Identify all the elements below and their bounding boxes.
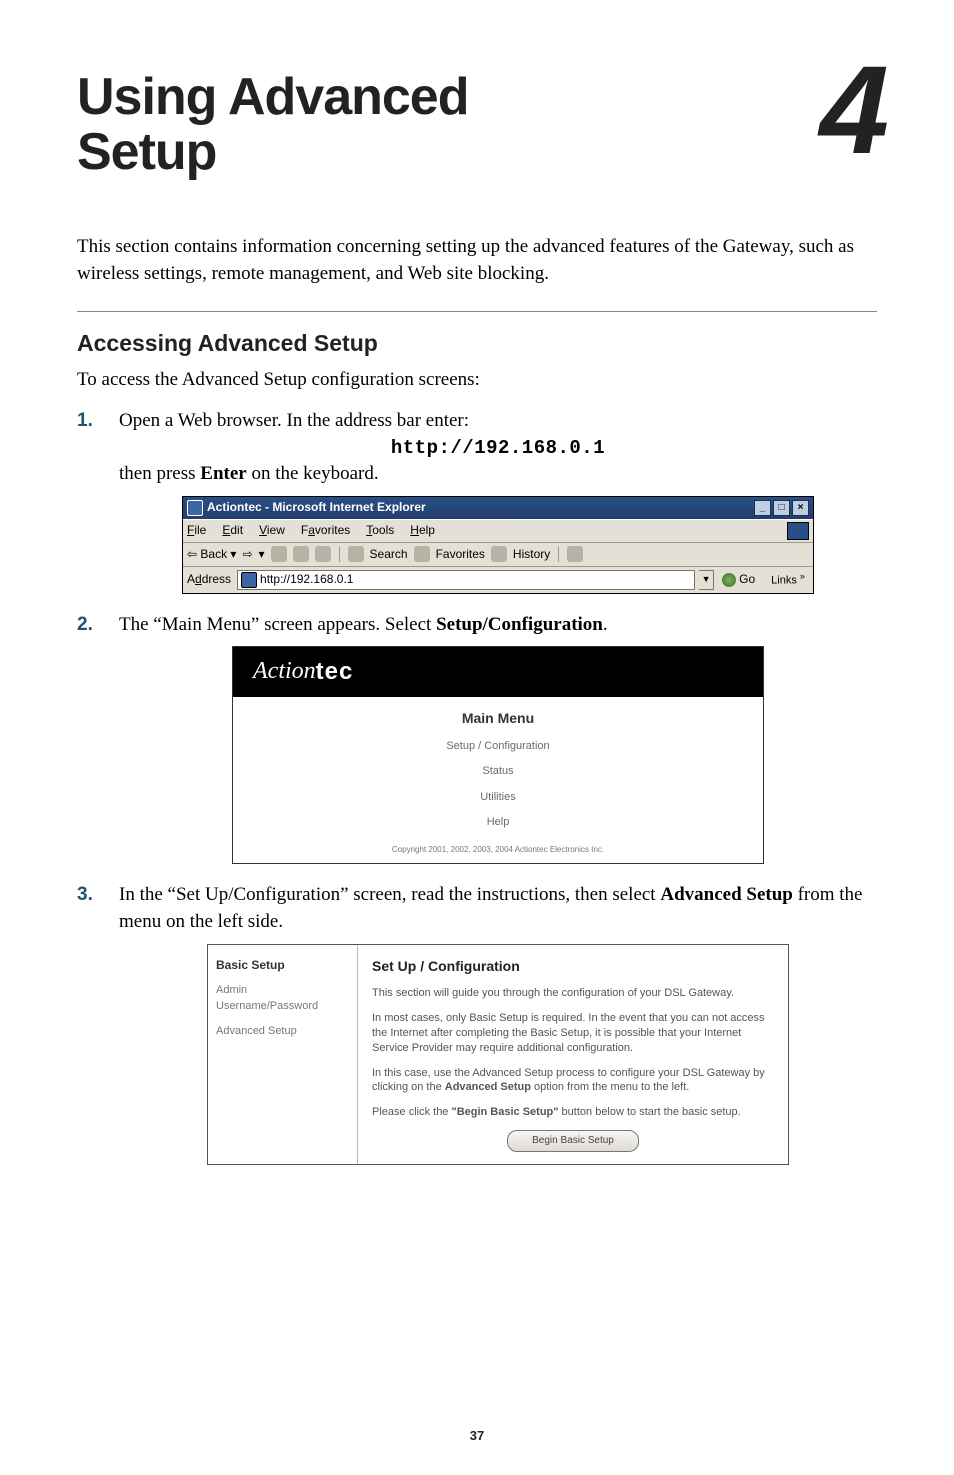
address-value: http://192.168.0.1 [260, 571, 353, 588]
config-window: Basic Setup Admin Username/Password Adva… [207, 944, 789, 1166]
page: Using Advanced Setup 4 This section cont… [0, 0, 954, 1475]
address-label: Address [187, 571, 233, 588]
refresh-icon[interactable] [293, 546, 309, 562]
step-1-text-b-bold: Enter [200, 463, 246, 484]
menu-help[interactable]: Help [410, 522, 435, 539]
page-icon [241, 572, 257, 588]
page-number: 37 [0, 1428, 954, 1443]
begin-basic-setup-button[interactable]: Begin Basic Setup [507, 1130, 639, 1152]
config-p2: In most cases, only Basic Setup is requi… [372, 1011, 774, 1056]
copyright-text: Copyright 2001, 2002, 2003, 2004 Actiont… [233, 844, 763, 855]
config-content: Set Up / Configuration This section will… [358, 945, 788, 1165]
menu-edit[interactable]: Edit [222, 522, 243, 539]
favorites-icon[interactable] [414, 546, 430, 562]
steps-list: Open a Web browser. In the address bar e… [77, 408, 877, 1165]
dropdown-arrow-icon[interactable]: ▾ [259, 546, 265, 563]
section-divider [77, 311, 877, 312]
ie-window: Actiontec - Microsoft Internet Explorer … [182, 496, 814, 594]
ie-toolbar: ⇦ Back ▾ ⇨ ▾ Search Favorites History [183, 543, 813, 567]
sidebar-title[interactable]: Basic Setup [216, 957, 349, 974]
step-1-text-b-pre: then press [119, 463, 200, 484]
menu-view[interactable]: View [259, 522, 285, 539]
address-field[interactable]: http://192.168.0.1 [237, 570, 695, 590]
sidebar-item-admin[interactable]: Admin Username/Password [216, 983, 349, 1014]
step-1-url: http://192.168.0.1 [391, 437, 605, 459]
ie-addressbar: Address http://192.168.0.1 ▼ Go Links » [183, 567, 813, 593]
chapter-number: 4 [819, 58, 885, 164]
section-lead: To access the Advanced Setup configurati… [77, 367, 877, 394]
menu-item-setup[interactable]: Setup / Configuration [233, 739, 763, 754]
chapter-title-line2: Setup [77, 123, 216, 181]
go-icon [722, 573, 736, 587]
step-3-bold: Advanced Setup [660, 884, 793, 905]
main-menu-title: Main Menu [233, 709, 763, 729]
home-icon[interactable] [315, 546, 331, 562]
links-button[interactable]: Links » [767, 570, 809, 589]
address-dropdown[interactable]: ▼ [699, 570, 714, 590]
chapter-intro: This section contains information concer… [77, 234, 877, 287]
ie-title-text: Actiontec - Microsoft Internet Explorer [207, 499, 426, 516]
menu-item-help[interactable]: Help [233, 815, 763, 830]
minimize-button[interactable]: _ [754, 500, 771, 516]
config-sidebar: Basic Setup Admin Username/Password Adva… [208, 945, 358, 1165]
chapter-title: Using Advanced Setup [77, 70, 469, 179]
step-1-text-a: Open a Web browser. In the address bar e… [119, 410, 469, 431]
sidebar-item-advanced[interactable]: Advanced Setup [216, 1024, 349, 1039]
favorites-label[interactable]: Favorites [436, 546, 485, 563]
step-2: The “Main Menu” screen appears. Select S… [77, 612, 877, 865]
back-button[interactable]: ⇦ Back ▾ [187, 546, 236, 563]
print-icon[interactable] [567, 546, 583, 562]
ie-titlebar: Actiontec - Microsoft Internet Explorer … [183, 497, 813, 519]
maximize-button[interactable]: □ [773, 500, 790, 516]
menu-item-status[interactable]: Status [233, 764, 763, 779]
chapter-title-line1: Using Advanced [77, 68, 469, 126]
figure-ie-window: Actiontec - Microsoft Internet Explorer … [119, 496, 877, 594]
chapter-header: Using Advanced Setup 4 [77, 70, 877, 179]
figure-config-screen: Basic Setup Admin Username/Password Adva… [119, 944, 877, 1166]
step-3: In the “Set Up/Configuration” screen, re… [77, 882, 877, 1165]
ie-menubar: File Edit View Favorites Tools Help [183, 519, 813, 543]
step-1: Open a Web browser. In the address bar e… [77, 408, 877, 594]
step-1-text-b-post: on the keyboard. [247, 463, 379, 484]
step-2-pre: The “Main Menu” screen appears. Select [119, 614, 436, 635]
go-button[interactable]: Go [718, 571, 759, 588]
menu-item-utilities[interactable]: Utilities [233, 790, 763, 805]
stop-icon[interactable] [271, 546, 287, 562]
toolbar-separator [558, 546, 559, 562]
config-p1: This section will guide you through the … [372, 986, 774, 1001]
step-2-bold: Setup/Configuration [436, 614, 603, 635]
actiontec-logo: Actiontec [233, 647, 763, 697]
actiontec-body: Main Menu Setup / Configuration Status U… [233, 697, 763, 863]
menu-tools[interactable]: Tools [366, 522, 394, 539]
forward-button[interactable]: ⇨ [242, 546, 252, 563]
ie-logo-icon [187, 500, 203, 516]
config-p4: Please click the "Begin Basic Setup" but… [372, 1105, 774, 1120]
history-icon[interactable] [491, 546, 507, 562]
toolbar-separator [339, 546, 340, 562]
step-3-pre: In the “Set Up/Configuration” screen, re… [119, 884, 660, 905]
config-p3: In this case, use the Advanced Setup pro… [372, 1066, 774, 1096]
history-label[interactable]: History [513, 546, 550, 563]
section-heading: Accessing Advanced Setup [77, 330, 877, 357]
search-label[interactable]: Search [370, 546, 408, 563]
actiontec-window: Actiontec Main Menu Setup / Configuratio… [232, 646, 764, 864]
config-title: Set Up / Configuration [372, 957, 774, 977]
logo-part-italic: Action [253, 655, 316, 689]
menu-file[interactable]: File [187, 522, 206, 539]
close-button[interactable]: × [792, 500, 809, 516]
figure-actiontec-menu: Actiontec Main Menu Setup / Configuratio… [119, 646, 877, 864]
ie-flag-icon [787, 522, 809, 540]
step-2-post: . [603, 614, 608, 635]
logo-part-bold: tec [316, 655, 354, 689]
search-icon[interactable] [348, 546, 364, 562]
menu-favorites[interactable]: Favorites [301, 522, 350, 539]
